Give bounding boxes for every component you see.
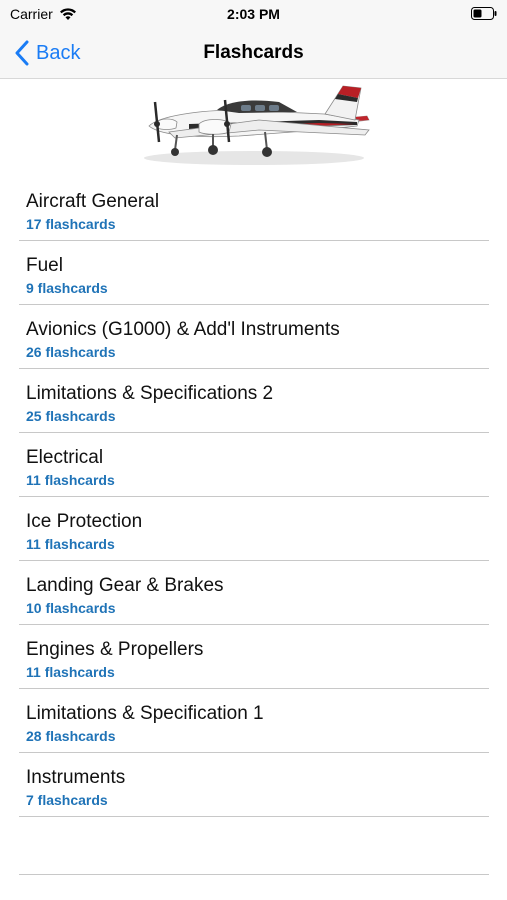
airplane-illustration <box>143 85 370 165</box>
deck-title: Limitations & Specifications 2 <box>26 383 274 404</box>
deck-count: 25 flashcards <box>26 408 116 424</box>
deck-title: Avionics (G1000) & Add'l Instruments <box>26 319 340 340</box>
deck-count: 11 flashcards <box>26 472 115 488</box>
deck-title: Landing Gear & Brakes <box>26 575 224 596</box>
deck-count: 9 flashcards <box>26 280 108 296</box>
list-item[interactable]: Engines & Propellers 11 flashcards <box>19 625 489 689</box>
deck-title: Aircraft General <box>26 191 160 212</box>
list-item[interactable]: Instruments 7 flashcards <box>19 753 489 817</box>
list-item[interactable]: Electrical 11 flashcards <box>19 433 489 497</box>
hero-image <box>0 80 507 175</box>
deck-count: 11 flashcards <box>26 536 115 552</box>
list-item[interactable]: Limitations & Specification 1 28 flashca… <box>19 689 489 753</box>
deck-count: 17 flashcards <box>26 216 116 232</box>
list-item[interactable]: Avionics (G1000) & Add'l Instruments 26 … <box>19 305 489 369</box>
page-title: Flashcards <box>203 42 304 63</box>
deck-title: Ice Protection <box>26 511 143 532</box>
deck-title: Engines & Propellers <box>26 639 204 660</box>
deck-count: 10 flashcards <box>26 600 116 616</box>
deck-list: Aircraft General 17 flashcards Fuel 9 fl… <box>19 177 489 817</box>
deck-count: 28 flashcards <box>26 728 116 744</box>
battery-icon <box>471 7 497 20</box>
list-item[interactable]: Limitations & Specifications 2 25 flashc… <box>19 369 489 433</box>
deck-title: Limitations & Specification 1 <box>26 703 264 724</box>
deck-title: Fuel <box>26 255 63 276</box>
deck-title: Electrical <box>26 447 104 468</box>
list-item[interactable]: Landing Gear & Brakes 10 flashcards <box>19 561 489 625</box>
status-time: 2:03 PM <box>227 6 280 22</box>
navigation-bar: Back Flashcards <box>0 30 507 79</box>
deck-count: 7 flashcards <box>26 792 108 808</box>
list-item[interactable]: Aircraft General 17 flashcards <box>19 177 489 241</box>
list-item[interactable]: Ice Protection 11 flashcards <box>19 497 489 561</box>
deck-count: 26 flashcards <box>26 344 116 360</box>
status-bar: Carrier 2:03 PM <box>0 0 507 30</box>
deck-title: Instruments <box>26 767 126 788</box>
deck-count: 11 flashcards <box>26 664 115 680</box>
list-item[interactable]: Fuel 9 flashcards <box>19 241 489 305</box>
divider <box>19 874 489 875</box>
